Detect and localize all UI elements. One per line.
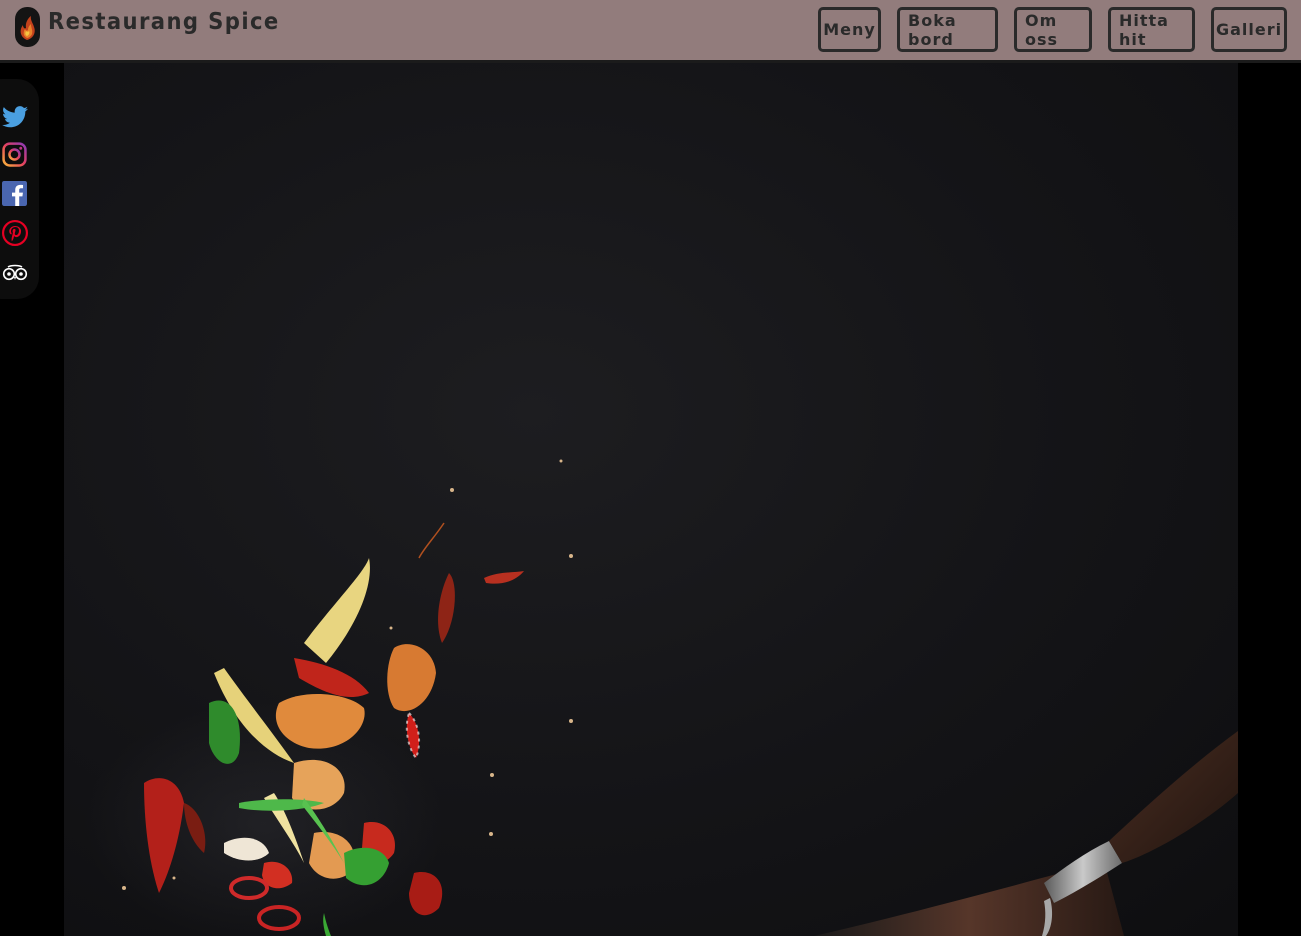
instagram-icon[interactable] bbox=[1, 141, 28, 168]
brand-name: Restaurang Spice bbox=[48, 9, 280, 35]
facebook-icon[interactable] bbox=[1, 180, 28, 207]
main-nav: Meny Boka bord Om oss Hitta hit Galleri bbox=[818, 7, 1287, 52]
hero-image bbox=[64, 63, 1238, 936]
social-sidebar bbox=[0, 79, 39, 299]
nav-meny-button[interactable]: Meny bbox=[818, 7, 881, 52]
twitter-icon[interactable] bbox=[1, 103, 28, 130]
flame-logo-icon bbox=[15, 7, 40, 47]
nav-hitta-hit-button[interactable]: Hitta hit bbox=[1108, 7, 1195, 52]
nav-boka-bord-button[interactable]: Boka bord bbox=[897, 7, 998, 52]
site-header: Restaurang Spice Meny Boka bord Om oss H… bbox=[0, 0, 1301, 63]
tripadvisor-icon[interactable] bbox=[1, 259, 28, 286]
nav-galleri-button[interactable]: Galleri bbox=[1211, 7, 1287, 52]
wok-stir-fry-photo bbox=[84, 459, 1238, 936]
pinterest-icon[interactable] bbox=[1, 219, 28, 246]
brand[interactable]: Restaurang Spice bbox=[15, 7, 300, 47]
nav-om-oss-button[interactable]: Om oss bbox=[1014, 7, 1092, 52]
